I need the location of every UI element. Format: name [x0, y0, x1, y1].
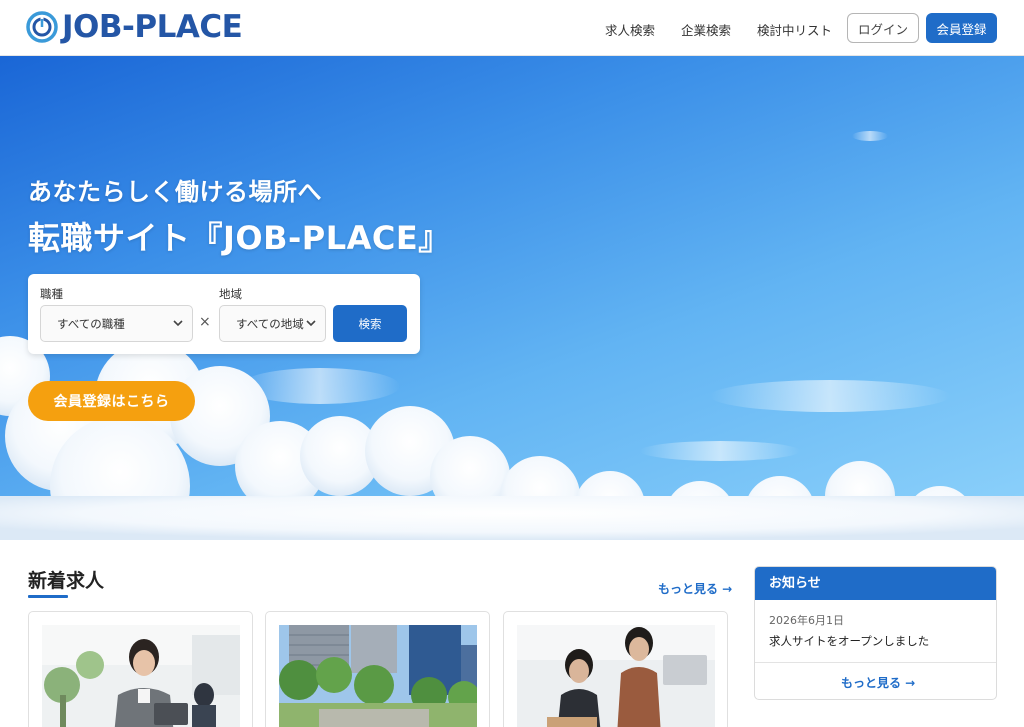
job-card[interactable] [265, 611, 490, 727]
chevron-down-icon [306, 320, 316, 327]
job-photo-team-meeting-image [517, 625, 715, 727]
new-jobs-more-link[interactable]: もっと見る → [658, 580, 732, 597]
section-underline [28, 595, 68, 598]
times-separator: × [199, 314, 211, 330]
register-cta-button[interactable]: 会員登録はこちら [28, 381, 195, 421]
chevron-down-icon [173, 320, 183, 327]
hero-subtitle: あなたらしく働ける場所へ [28, 178, 322, 206]
news-divider [755, 662, 996, 663]
logo-mark-icon [26, 11, 58, 43]
area-select[interactable]: すべての地域 [219, 305, 326, 342]
job-type-label: 職種 [40, 287, 63, 301]
register-button[interactable]: 会員登録 [926, 13, 997, 43]
nav-job-search[interactable]: 求人検索 [605, 20, 655, 39]
job-type-select[interactable]: すべての職種 [40, 305, 193, 342]
news-item-link[interactable]: 求人サイトをオープンしました [769, 633, 929, 649]
hero-section: あなたらしく働ける場所へ 転職サイト『JOB-PLACE』 職種 すべての職種 … [0, 56, 1024, 540]
new-jobs-title: 新着求人 [28, 570, 105, 592]
search-button[interactable]: 検索 [333, 305, 407, 342]
job-card[interactable] [503, 611, 728, 727]
news-more-link[interactable]: もっと見る → [841, 674, 915, 691]
news-panel: お知らせ 2026年6月1日 求人サイトをオープンしました もっと見る → [754, 566, 997, 700]
job-photo-city-buildings-image [279, 625, 477, 727]
logo-text: JOB-PLACE [62, 9, 243, 45]
job-photo-office-woman-image [42, 625, 240, 727]
site-header: JOB-PLACE 求人検索 企業検索 検討中リスト ログイン 会員登録 [0, 0, 1024, 56]
login-button[interactable]: ログイン [847, 13, 919, 43]
hero-title: 転職サイト『JOB-PLACE』 [28, 219, 451, 257]
area-value: すべての地域 [236, 316, 304, 331]
nav-saved-list[interactable]: 検討中リスト [757, 20, 832, 39]
nav-company-search[interactable]: 企業検索 [681, 20, 731, 39]
news-title: お知らせ [755, 567, 996, 600]
news-date: 2026年6月1日 [769, 614, 844, 627]
job-type-value: すべての職種 [57, 316, 125, 331]
area-label: 地域 [219, 287, 242, 301]
logo[interactable]: JOB-PLACE [26, 9, 243, 45]
job-card[interactable] [28, 611, 253, 727]
job-search-form: 職種 すべての職種 × 地域 すべての地域 検索 [28, 274, 420, 354]
